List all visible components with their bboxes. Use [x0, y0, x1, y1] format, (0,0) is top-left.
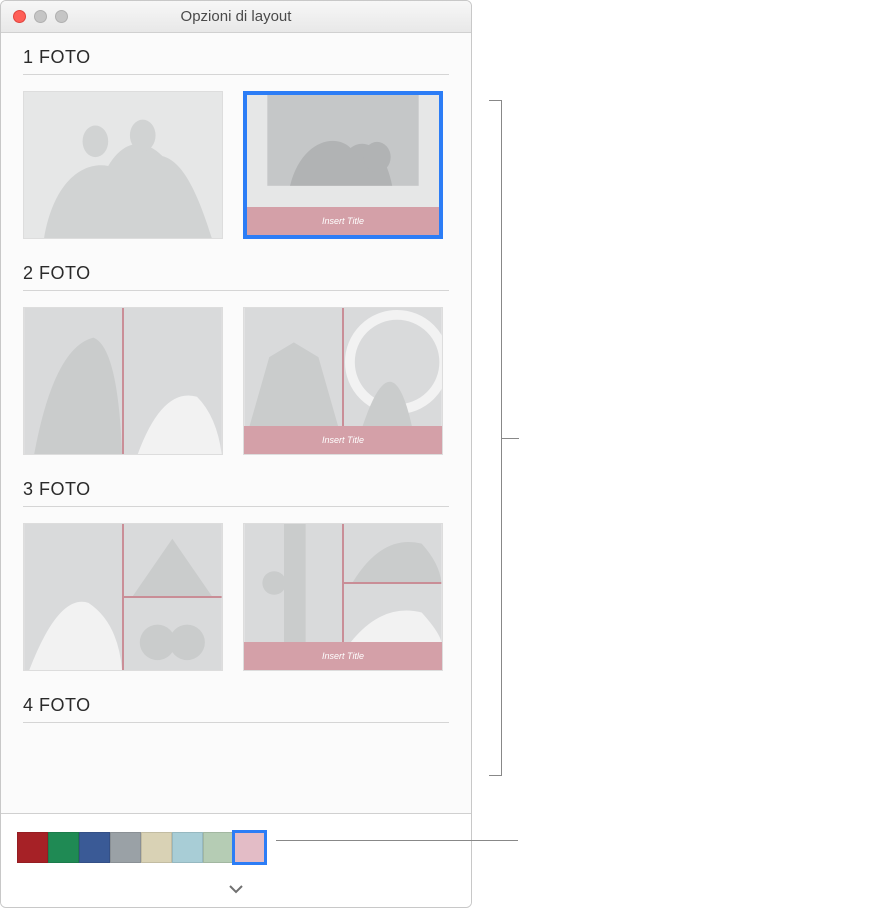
window-titlebar: Opzioni di layout	[1, 1, 471, 33]
layout-options-panel: Opzioni di layout 1 FOTO	[0, 0, 472, 908]
divider	[23, 290, 449, 291]
callout-bracket	[474, 100, 502, 776]
color-swatch-row	[17, 832, 455, 863]
layout-3photo-grid-title[interactable]: Insert Title	[243, 523, 443, 671]
color-swatch-blue[interactable]	[79, 832, 110, 863]
layout-2photo-split-title[interactable]: Insert Title	[243, 307, 443, 455]
window-controls	[13, 10, 68, 23]
thumbnail-illustration	[247, 95, 439, 207]
section-4-foto: 4 FOTO	[23, 695, 449, 723]
window-title: Opzioni di layout	[181, 8, 292, 25]
color-swatch-green[interactable]	[48, 832, 79, 863]
section-header: 1 FOTO	[23, 47, 449, 68]
color-swatch-lightblue[interactable]	[172, 832, 203, 863]
thumbnail-illustration	[244, 524, 442, 642]
section-3-foto: 3 FOTO	[23, 479, 449, 671]
color-swatch-gray[interactable]	[110, 832, 141, 863]
color-swatch-red[interactable]	[17, 832, 48, 863]
layout-row: Insert Title	[23, 91, 449, 239]
layout-1photo-full[interactable]	[23, 91, 223, 239]
layout-3photo-grid[interactable]	[23, 523, 223, 671]
section-1-foto: 1 FOTO Inser	[23, 47, 449, 239]
divider	[23, 506, 449, 507]
color-swatch-pink[interactable]	[234, 832, 265, 863]
footer	[1, 813, 471, 907]
thumbnail-illustration	[24, 92, 222, 238]
color-swatch-sage[interactable]	[203, 832, 234, 863]
section-2-foto: 2 FOTO	[23, 263, 449, 455]
layout-row: Insert Title	[23, 523, 449, 671]
divider	[23, 722, 449, 723]
layout-1photo-title[interactable]: Insert Title	[243, 91, 443, 239]
maximize-button[interactable]	[55, 10, 68, 23]
section-header: 3 FOTO	[23, 479, 449, 500]
thumbnail-illustration	[24, 524, 222, 670]
section-header: 4 FOTO	[23, 695, 449, 716]
minimize-button[interactable]	[34, 10, 47, 23]
layout-row: Insert Title	[23, 307, 449, 455]
section-header: 2 FOTO	[23, 263, 449, 284]
thumbnail-illustration	[24, 308, 222, 454]
layout-scroll-area[interactable]: 1 FOTO Inser	[1, 33, 471, 813]
chevron-down-icon[interactable]	[229, 881, 243, 897]
title-placeholder: Insert Title	[244, 642, 442, 670]
title-placeholder: Insert Title	[247, 207, 439, 235]
title-placeholder: Insert Title	[244, 426, 442, 454]
layout-2photo-split[interactable]	[23, 307, 223, 455]
thumbnail-illustration	[244, 308, 442, 426]
callout-line	[276, 840, 518, 841]
close-button[interactable]	[13, 10, 26, 23]
divider	[23, 74, 449, 75]
color-swatch-beige[interactable]	[141, 832, 172, 863]
expand-row	[17, 881, 455, 897]
